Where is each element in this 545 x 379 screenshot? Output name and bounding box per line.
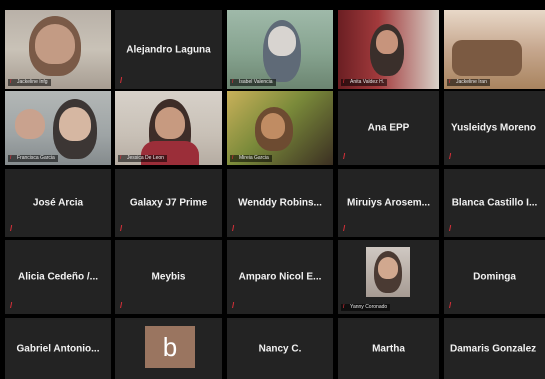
participant-name-tag: / Anita Valdez H. — [341, 79, 388, 86]
participant-name: José Arcia — [32, 197, 84, 209]
participant-name: Nancy C. — [258, 343, 302, 354]
participant-tile-name[interactable]: Alejandro Laguna / — [115, 10, 222, 89]
participant-tile-video[interactable]: / Jackeline Iran — [444, 10, 545, 89]
participant-name: Damaris Gonzalez — [450, 343, 537, 354]
muted-mic-icon: / — [10, 224, 13, 233]
muted-mic-icon: / — [343, 152, 346, 161]
participant-face — [15, 109, 45, 139]
participant-tile-name[interactable]: José Arcia / — [5, 169, 111, 237]
participant-tile-name[interactable]: Gabriel Antonio... — [5, 318, 111, 379]
participant-name-tag: / Jackeline Infg — [8, 79, 51, 86]
participant-face — [59, 107, 91, 141]
participant-name: Blanca Castillo I... — [451, 197, 538, 209]
participant-tile-video[interactable]: / Mireia Garcia — [227, 91, 333, 165]
participant-name-tag: / Jessica De Leon — [118, 155, 167, 162]
participant-tile-name[interactable]: Alicia Cedeño /... / — [5, 240, 111, 314]
participant-name: Wenddy Robins... — [238, 197, 322, 209]
participant-tile-name[interactable]: Blanca Castillo I... / — [444, 169, 545, 237]
participant-video — [227, 10, 333, 89]
participant-face — [155, 107, 185, 139]
muted-mic-icon: / — [120, 224, 123, 233]
participant-name: Amparo Nicol E... — [238, 271, 322, 283]
muted-mic-icon: / — [120, 301, 123, 310]
muted-mic-icon: / — [232, 79, 234, 85]
participant-video — [338, 240, 439, 314]
participant-tile-video[interactable]: / Jackeline Infg — [5, 10, 111, 89]
participant-name-tag: / Jackeline Iran — [447, 79, 490, 86]
participant-face — [376, 30, 398, 54]
participant-name: Alicia Cedeño /... — [17, 271, 99, 283]
participant-tile-name[interactable]: Yusleidys Moreno / — [444, 91, 545, 165]
participant-tile-video-active[interactable]: / Jessica De Leon — [115, 91, 222, 165]
muted-mic-icon: / — [232, 301, 235, 310]
muted-mic-icon: / — [10, 79, 12, 85]
muted-mic-icon: / — [343, 304, 345, 310]
muted-mic-icon: / — [120, 155, 122, 161]
muted-mic-icon: / — [449, 79, 451, 85]
participant-tile-name[interactable]: Meybis / — [115, 240, 222, 314]
muted-mic-icon: / — [343, 79, 345, 85]
participant-tile-video[interactable]: / Francisca Garcia — [5, 91, 111, 165]
participant-tile-name[interactable]: Martha — [338, 318, 439, 379]
participant-name: Miruiys Arosem... — [347, 197, 430, 209]
participant-name: Martha — [372, 343, 405, 354]
participant-tile-name[interactable]: Nancy C. — [227, 318, 333, 379]
muted-mic-icon: / — [232, 155, 234, 161]
participant-tile-name[interactable]: Amparo Nicol E... / — [227, 240, 333, 314]
participant-name-tag: / Francisca Garcia — [8, 155, 58, 162]
muted-mic-icon: / — [120, 76, 123, 85]
participant-name: Meybis — [151, 271, 186, 283]
participant-tile-video[interactable]: / Yanny Coronado — [338, 240, 439, 314]
participant-tile-name[interactable]: Dominga / — [444, 240, 545, 314]
participant-tile-name[interactable]: Wenddy Robins... / — [227, 169, 333, 237]
participant-video-frame — [366, 247, 410, 297]
participant-face — [268, 26, 296, 56]
participant-name: Ana EPP — [367, 122, 410, 134]
muted-mic-icon: / — [10, 301, 13, 310]
participant-name: Yusleidys Moreno — [451, 122, 537, 134]
muted-mic-icon: / — [232, 224, 235, 233]
participant-silhouette — [452, 40, 522, 76]
participant-tile-name[interactable]: Ana EPP / — [338, 91, 439, 165]
muted-mic-icon: / — [449, 152, 452, 161]
muted-mic-icon: / — [343, 224, 346, 233]
participant-name: Alejandro Laguna — [126, 44, 211, 55]
muted-mic-icon: / — [449, 301, 452, 310]
participant-name: Gabriel Antonio... — [16, 343, 100, 354]
muted-mic-icon: / — [449, 224, 452, 233]
participant-name: Galaxy J7 Prime — [129, 197, 208, 209]
participant-name: Dominga — [473, 271, 516, 283]
participant-face — [35, 24, 75, 64]
participant-face — [378, 257, 398, 279]
participant-video — [444, 10, 545, 89]
participant-face — [261, 113, 285, 139]
video-gallery: / Jackeline Infg Alejandro Laguna / / Isab… — [0, 0, 545, 379]
participant-video — [115, 91, 222, 165]
participant-avatar: b — [145, 326, 195, 368]
participant-video — [5, 10, 111, 89]
participant-name-tag: / Mireia Garcia — [230, 155, 272, 162]
participant-tile-name[interactable]: Galaxy J7 Prime / — [115, 169, 222, 237]
participant-video — [227, 91, 333, 165]
participant-name-tag: / Isabel Valencia — [230, 79, 276, 86]
participant-tile-name[interactable]: Miruiys Arosem... / — [338, 169, 439, 237]
participant-tile-video[interactable]: / Anita Valdez H. — [338, 10, 439, 89]
participant-name-tag: / Yanny Coronado — [341, 304, 391, 311]
participant-video — [338, 10, 439, 89]
participant-video — [5, 91, 111, 165]
participant-tile-name[interactable]: Damaris Gonzalez — [444, 318, 545, 379]
participant-tile-video[interactable]: / Isabel Valencia — [227, 10, 333, 89]
muted-mic-icon: / — [10, 155, 12, 161]
